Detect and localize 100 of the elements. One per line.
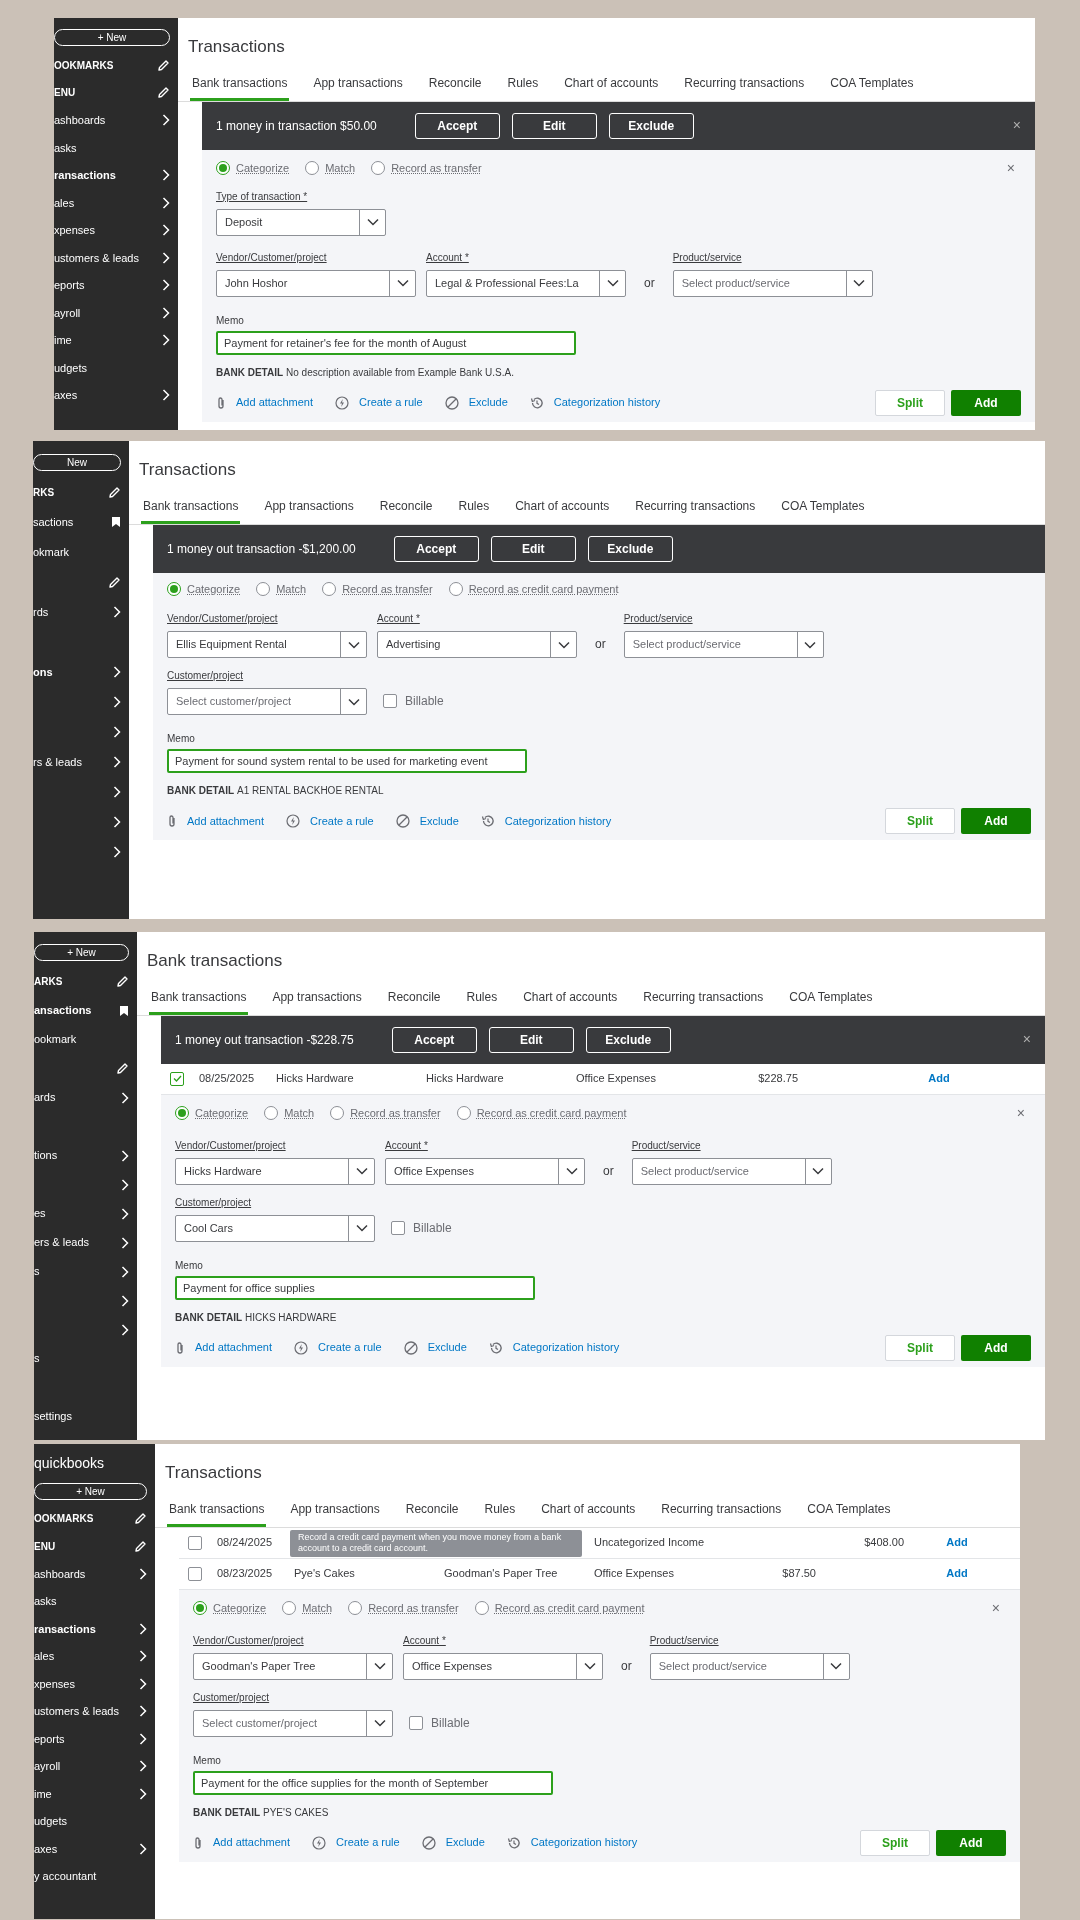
tab[interactable]: Reconcile — [385, 987, 443, 1015]
radio-button[interactable] — [282, 1601, 297, 1615]
radio-button[interactable] — [256, 581, 271, 596]
nav-item[interactable]: asks — [54, 139, 77, 156]
nav-item[interactable]: sactions — [33, 513, 74, 531]
nav-item[interactable]: ards — [34, 1089, 56, 1106]
memo-field[interactable]: Payment for the office supplies for the month of September — [193, 1770, 553, 1795]
tab[interactable]: Rules — [505, 73, 541, 101]
tab[interactable]: Recurring transactions — [633, 496, 758, 524]
add-button[interactable]: Add — [951, 389, 1021, 416]
checkbox[interactable] — [383, 694, 397, 708]
checkbox[interactable] — [188, 1566, 202, 1581]
close-button[interactable]: × — [991, 1597, 1006, 1619]
tab[interactable]: Reconcile — [403, 1499, 461, 1527]
nav-item[interactable]: es — [34, 1205, 46, 1222]
add-button[interactable]: Add — [961, 808, 1031, 834]
link[interactable]: Create a rule — [359, 394, 423, 411]
link[interactable]: Exclude — [468, 394, 508, 411]
tab[interactable]: Rules — [456, 496, 492, 524]
nav-item[interactable]: axes — [54, 387, 78, 404]
nav-item[interactable]: ime — [54, 332, 72, 349]
nav-item[interactable]: ime — [34, 1785, 52, 1802]
radio-button[interactable] — [474, 1601, 489, 1615]
add-button[interactable]: Add — [961, 1334, 1031, 1361]
tab[interactable]: Reconcile — [426, 73, 484, 101]
link[interactable]: Add attachment — [236, 394, 314, 411]
link[interactable]: Exclude — [445, 1834, 485, 1851]
tab[interactable]: Chart of accounts — [539, 1499, 638, 1527]
radio-button[interactable] — [371, 161, 386, 175]
tab[interactable]: Chart of accounts — [521, 987, 620, 1015]
dropdown-field[interactable]: Cool Cars — [175, 1214, 375, 1242]
link[interactable]: Create a rule — [318, 1339, 382, 1356]
tab[interactable]: Chart of accounts — [562, 73, 661, 101]
tab[interactable]: App transactions — [311, 73, 405, 101]
radio-button[interactable] — [175, 1106, 189, 1120]
dropdown-field[interactable]: Office Expenses — [385, 1157, 585, 1185]
dropdown-field[interactable]: Hicks Hardware — [175, 1157, 375, 1185]
close-button[interactable]: × — [1012, 115, 1021, 136]
radio-button[interactable] — [193, 1601, 207, 1615]
link[interactable]: Add attachment — [187, 812, 265, 830]
tab[interactable]: App transactions — [288, 1499, 382, 1527]
nav-item[interactable]: ashboards — [34, 1565, 86, 1582]
add-link[interactable]: Add — [946, 1534, 968, 1551]
nav-item[interactable]: ayroll — [34, 1758, 61, 1775]
tab[interactable]: App transactions — [262, 496, 356, 524]
dropdown-field[interactable]: Select customer/project — [193, 1709, 393, 1737]
nav-item[interactable]: okmark — [33, 543, 70, 561]
tab[interactable]: App transactions — [270, 987, 364, 1015]
nav-item[interactable]: s — [34, 1263, 40, 1280]
nav-item[interactable]: asks — [34, 1593, 57, 1610]
link[interactable]: Categorization history — [512, 1339, 620, 1356]
dropdown-field[interactable]: John Hoshor — [216, 269, 416, 297]
tab[interactable]: Recurring transactions — [659, 1499, 784, 1527]
banner-button[interactable]: Accept — [391, 1026, 477, 1053]
add-button[interactable]: Add — [936, 1829, 1006, 1856]
link[interactable]: Categorization history — [530, 1834, 638, 1851]
dropdown-field[interactable]: Select product/service — [672, 269, 873, 297]
radio-button[interactable] — [305, 161, 320, 175]
tab[interactable]: COA Templates — [828, 73, 916, 101]
link[interactable]: Exclude — [427, 1339, 467, 1356]
memo-field[interactable]: Payment for retainer's fee for the month of August — [216, 330, 576, 355]
radio-button[interactable] — [456, 1106, 471, 1120]
nav-item[interactable]: xpenses — [54, 222, 95, 239]
tab[interactable]: Chart of accounts — [513, 496, 612, 524]
radio-button[interactable] — [448, 581, 463, 596]
nav-item[interactable]: axes — [34, 1840, 58, 1857]
radio-button[interactable] — [322, 581, 337, 596]
link[interactable]: Add attachment — [195, 1339, 273, 1356]
tab[interactable]: Rules — [482, 1499, 518, 1527]
dropdown-field[interactable]: Deposit — [216, 208, 386, 236]
dropdown-field[interactable]: Select product/service — [623, 631, 824, 658]
nav-item[interactable]: ales — [34, 1648, 55, 1665]
nav-item[interactable]: ookmark — [34, 1031, 77, 1048]
close-button[interactable]: × — [1016, 1102, 1031, 1124]
nav-item[interactable]: eports — [54, 277, 85, 294]
banner-button[interactable]: Exclude — [608, 112, 694, 139]
radio-button[interactable] — [167, 581, 181, 596]
close-button[interactable]: × — [1022, 1029, 1031, 1050]
nav-item[interactable]: ransactions — [54, 167, 116, 184]
close-button[interactable]: × — [1006, 157, 1021, 179]
link[interactable]: Categorization history — [553, 394, 661, 411]
tab[interactable]: Recurring transactions — [641, 987, 766, 1015]
nav-item[interactable]: y accountant — [34, 1868, 97, 1885]
nav-item[interactable]: settings — [34, 1408, 72, 1425]
radio-button[interactable] — [264, 1106, 279, 1120]
nav-item[interactable]: xpenses — [34, 1675, 75, 1692]
dropdown-field[interactable]: Select product/service — [631, 1157, 832, 1185]
checkbox[interactable] — [391, 1220, 405, 1235]
tab[interactable]: COA Templates — [779, 496, 867, 524]
add-link[interactable]: Add — [946, 1565, 968, 1582]
nav-item[interactable]: ons — [33, 663, 53, 681]
nav-item[interactable]: ustomers & leads — [34, 1703, 119, 1720]
dropdown-field[interactable]: Select customer/project — [167, 688, 367, 715]
nav-item[interactable]: rds — [33, 603, 49, 621]
banner-button[interactable]: Exclude — [587, 535, 673, 562]
nav-item[interactable]: ayroll — [54, 304, 81, 321]
link[interactable]: Create a rule — [310, 812, 374, 830]
tab[interactable]: Reconcile — [377, 496, 435, 524]
nav-item[interactable]: s — [34, 1350, 40, 1367]
dropdown-field[interactable]: Legal & Professional Fees:La — [426, 269, 626, 297]
